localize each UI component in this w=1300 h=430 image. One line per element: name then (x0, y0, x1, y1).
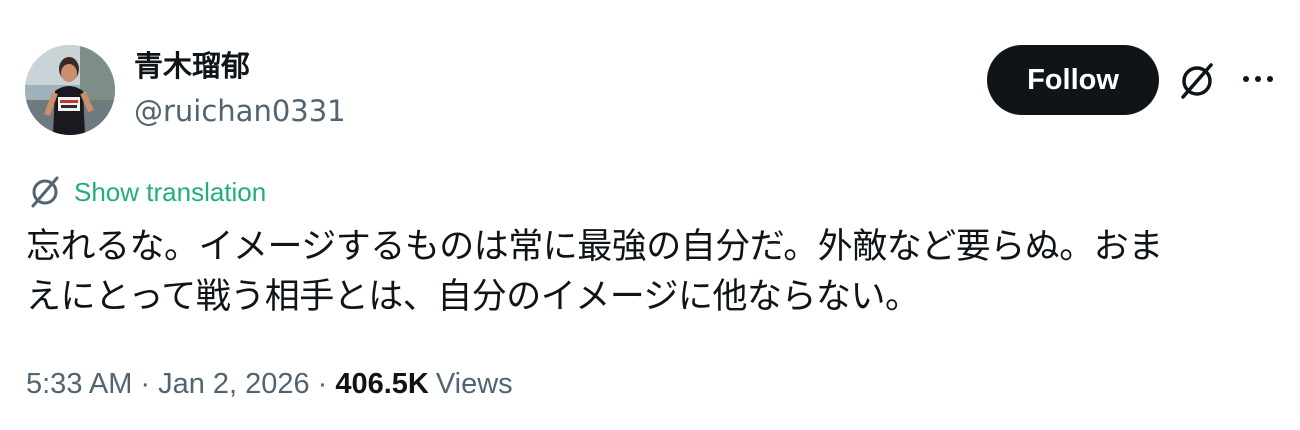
views-label: Views (435, 367, 513, 400)
tweet-meta: 5:33 AM · Jan 2, 2026 · 406.5K Views (26, 364, 513, 404)
tweet-date[interactable]: Jan 2, 2026 (158, 368, 310, 401)
more-icon[interactable] (1240, 68, 1276, 90)
meta-separator: · (317, 367, 328, 400)
show-translation-link[interactable]: Show translation (28, 174, 266, 210)
follow-button[interactable]: Follow (987, 45, 1159, 115)
tweet-time[interactable]: 5:33 AM (26, 368, 132, 401)
tweet-text-line: 忘れるな。イメージするものは常に最強の自分だ。外敵など要らぬ。おま (26, 227, 1163, 267)
show-translation-label: Show translation (74, 176, 267, 207)
avatar-photo (25, 45, 115, 135)
tweet-text: 忘れるな。イメージするものは常に最強の自分だ。外敵など要らぬ。おま えにとって戦… (26, 222, 1276, 322)
handle[interactable]: @ruichan0331 (134, 94, 346, 128)
tweet-text-line: えにとって戦う相手とは、自分のイメージに他ならない。 (26, 277, 920, 317)
display-name[interactable]: 青木瑠郁 (134, 48, 250, 84)
views-count: 406.5K (335, 367, 429, 400)
translate-icon (28, 175, 62, 209)
grok-icon[interactable] (1177, 61, 1217, 101)
avatar[interactable] (25, 45, 115, 135)
meta-separator: · (140, 367, 151, 400)
